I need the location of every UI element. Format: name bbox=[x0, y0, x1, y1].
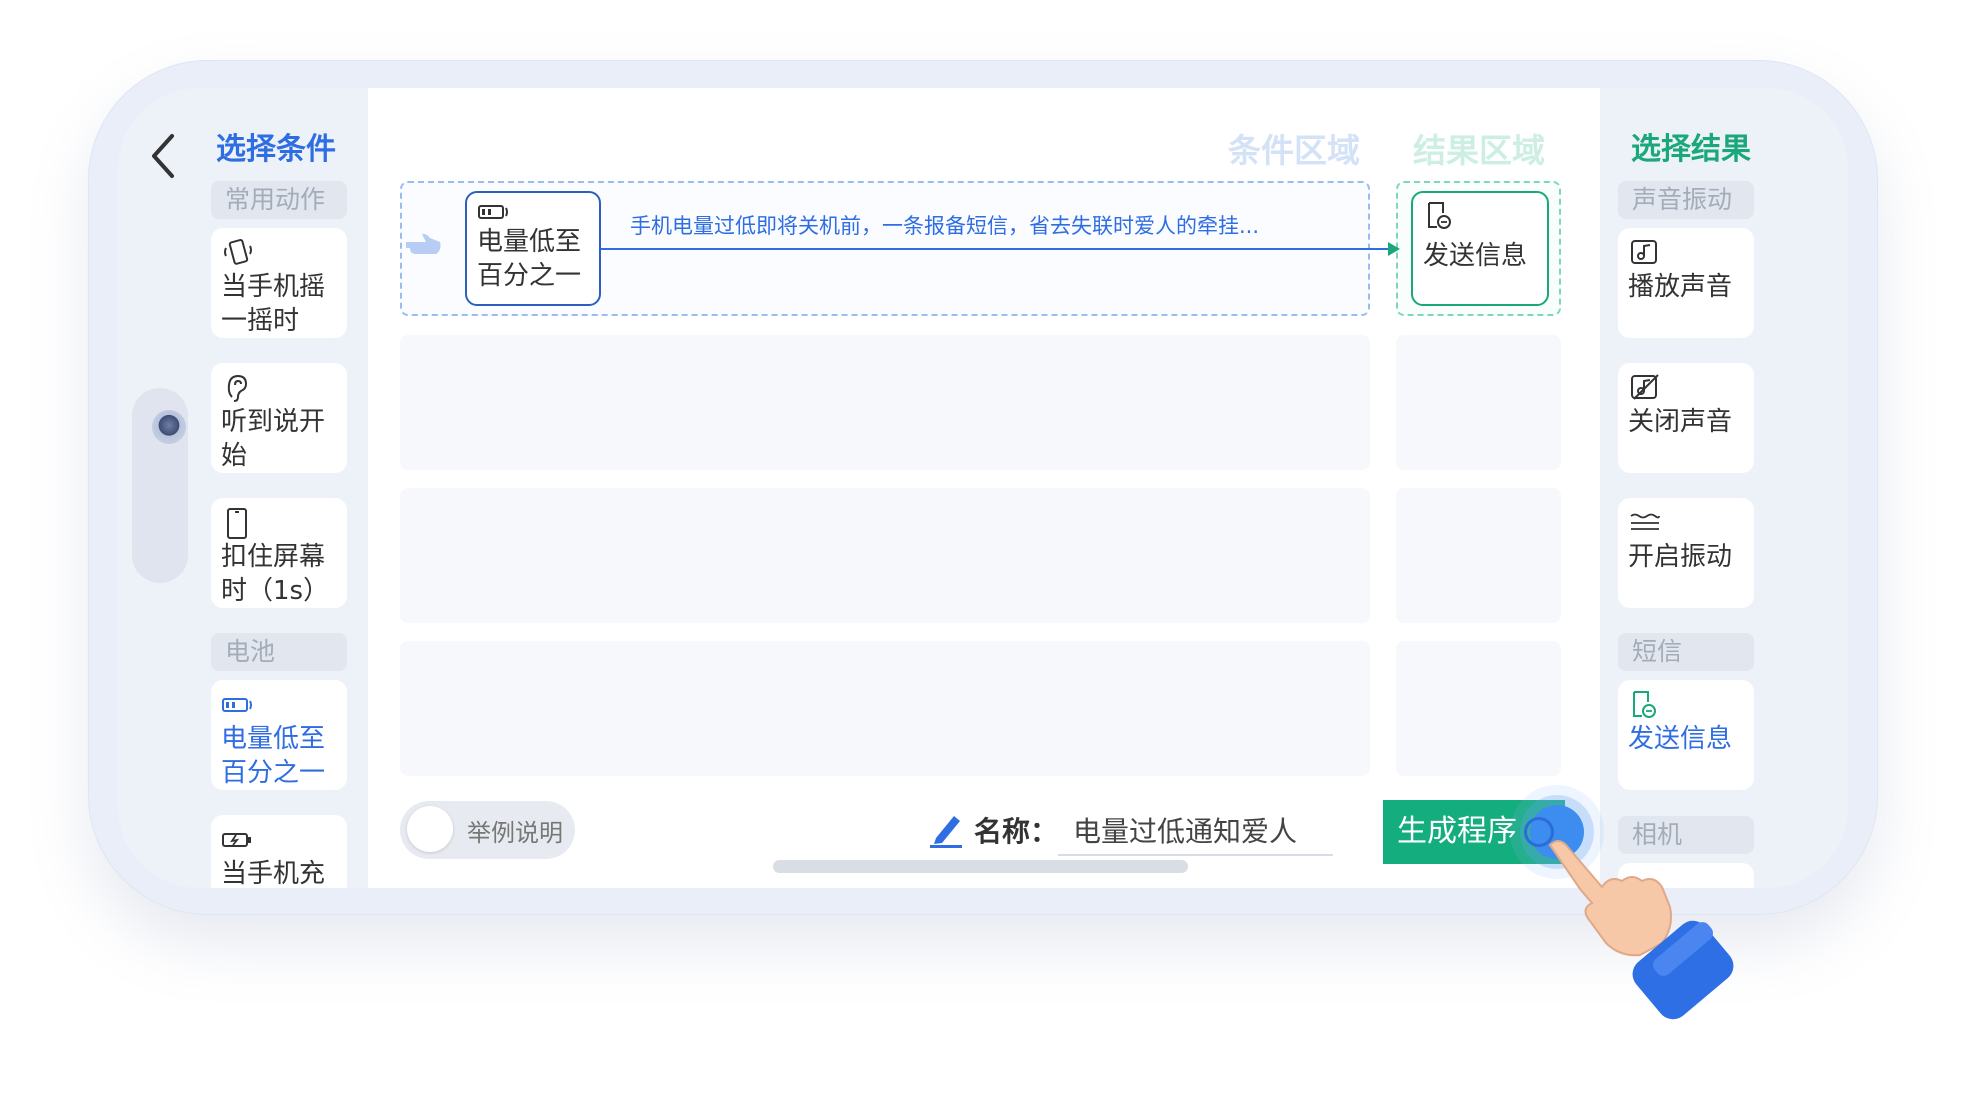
condition-card-line1: 电量低至 bbox=[221, 724, 326, 754]
result-zone-title: 结果区域 bbox=[1413, 131, 1545, 170]
program-name-label: 名称： bbox=[974, 815, 1059, 848]
empty-condition-row[interactable] bbox=[400, 641, 1370, 776]
placed-condition-chip[interactable]: 电量低至 百分之一 bbox=[465, 191, 601, 306]
message-icon bbox=[1633, 691, 1656, 718]
connection-arrow-icon bbox=[1388, 242, 1400, 256]
empty-condition-row[interactable] bbox=[400, 488, 1370, 623]
placed-condition-line1: 电量低至 bbox=[477, 227, 582, 257]
result-card-label: 播放声音 bbox=[1628, 272, 1733, 302]
result-card-send-message[interactable]: 发送信息 bbox=[1618, 680, 1754, 790]
battery-low-icon bbox=[222, 698, 252, 712]
result-card-play-sound[interactable]: 播放声音 bbox=[1618, 228, 1754, 338]
battery-low-icon bbox=[478, 205, 508, 219]
mute-icon bbox=[1631, 374, 1659, 400]
condition-card-line1: 听到说开 bbox=[221, 407, 326, 437]
pencil-icon bbox=[930, 816, 962, 848]
shake-phone-icon bbox=[224, 239, 252, 265]
condition-card-line1: 当手机摇 bbox=[221, 272, 326, 302]
condition-card-charging[interactable]: 当手机充 bbox=[211, 815, 347, 888]
select-result-title: 选择结果 bbox=[1631, 132, 1751, 167]
result-card-label: 开启振动 bbox=[1628, 542, 1733, 572]
empty-result-row[interactable] bbox=[1396, 488, 1561, 623]
placed-condition-line2: 百分之一 bbox=[477, 261, 582, 291]
placed-result-chip[interactable]: 发送信息 bbox=[1411, 191, 1549, 306]
connection-description: 手机电量过低即将关机前，一条报备短信，省去失联时爱人的牵挂... bbox=[630, 214, 1260, 238]
section-label-battery: 电池 bbox=[211, 633, 347, 671]
result-card-label: 发送信息 bbox=[1628, 724, 1733, 754]
music-note-icon bbox=[1631, 240, 1657, 264]
result-card-mute[interactable]: 关闭声音 bbox=[1618, 363, 1754, 473]
condition-card-hear-start[interactable]: 听到说开 始 bbox=[211, 363, 347, 473]
condition-card-battery-low[interactable]: 电量低至 百分之一 bbox=[211, 680, 347, 790]
vibration-icon bbox=[1630, 513, 1660, 530]
select-condition-title: 选择条件 bbox=[216, 132, 336, 167]
phone-outline-icon bbox=[227, 508, 247, 539]
condition-card-cover-screen[interactable]: 扣住屏幕 时（1s） bbox=[211, 498, 347, 608]
back-arrow-icon[interactable] bbox=[142, 126, 182, 186]
connection-line bbox=[601, 248, 1391, 250]
condition-card-line2: 时（1s） bbox=[221, 576, 330, 606]
result-card-vibrate[interactable]: 开启振动 bbox=[1618, 498, 1754, 608]
program-name-input[interactable]: 电量过低通知爱人 bbox=[1073, 810, 1297, 850]
result-card-label: 关闭声音 bbox=[1628, 407, 1733, 437]
example-toggle-label: 举例说明 bbox=[467, 819, 563, 847]
message-icon bbox=[1428, 202, 1451, 229]
horizontal-scrollbar[interactable] bbox=[773, 860, 1188, 873]
camera-dot-icon bbox=[152, 410, 186, 444]
condition-card-line2: 始 bbox=[221, 441, 248, 471]
drag-hint-hand-icon bbox=[406, 233, 441, 254]
phone-screen: 选择条件 选择结果 常用动作 当手机摇 一摇时 听到说开 始 扣住屏幕 时（1s… bbox=[118, 88, 1848, 888]
section-label-sound-vibration: 声音振动 bbox=[1618, 181, 1754, 219]
empty-result-row[interactable] bbox=[1396, 641, 1561, 776]
condition-card-line2: 百分之一 bbox=[221, 758, 326, 788]
pointing-hand-icon bbox=[1548, 840, 1734, 1020]
placed-result-label: 发送信息 bbox=[1423, 241, 1528, 271]
condition-card-shake[interactable]: 当手机摇 一摇时 bbox=[211, 228, 347, 338]
empty-condition-row[interactable] bbox=[400, 335, 1370, 470]
condition-card-line1: 扣住屏幕 bbox=[221, 542, 326, 572]
battery-charging-icon bbox=[222, 833, 251, 847]
condition-zone-title: 条件区域 bbox=[1228, 131, 1360, 170]
condition-card-line2: 一摇时 bbox=[221, 306, 300, 336]
section-label-sms: 短信 bbox=[1618, 633, 1754, 671]
ear-icon bbox=[227, 374, 248, 402]
toggle-knob bbox=[407, 806, 453, 852]
condition-card-line1: 当手机充 bbox=[221, 859, 326, 888]
side-scrollbar[interactable] bbox=[132, 388, 188, 583]
empty-result-row[interactable] bbox=[1396, 335, 1561, 470]
section-label-common-actions: 常用动作 bbox=[211, 181, 347, 219]
example-toggle[interactable]: 举例说明 bbox=[400, 801, 575, 859]
name-underline bbox=[1058, 854, 1333, 856]
